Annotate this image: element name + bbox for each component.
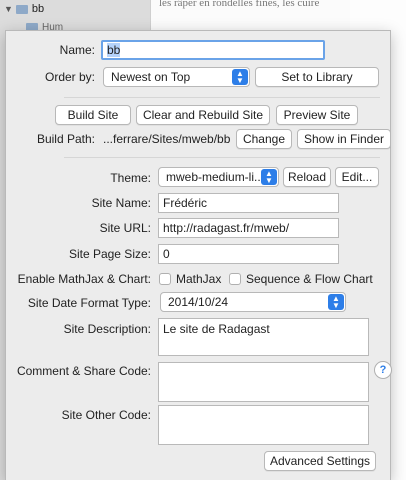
help-icon[interactable]: ? — [374, 361, 392, 379]
build-site-button[interactable]: Build Site — [55, 105, 131, 125]
description-textarea[interactable]: Le site de Radagast — [158, 318, 369, 356]
site-url-field[interactable]: http://radagast.fr/mweb/ — [158, 218, 339, 238]
mathjax-chart-label: Enable MathJax & Chart: — [17, 272, 151, 286]
chevron-updown-icon: ▲ ▼ — [261, 169, 277, 185]
mathjax-checkbox[interactable]: MathJax — [159, 272, 221, 286]
name-field[interactable]: bb — [101, 40, 325, 60]
order-by-label: Order by: — [44, 70, 95, 84]
clear-rebuild-button[interactable]: Clear and Rebuild Site — [136, 105, 270, 125]
name-label: Name: — [59, 43, 95, 57]
build-path-label: Build Path: — [36, 132, 95, 146]
theme-select[interactable]: mweb-medium-li... ▲ ▼ — [158, 167, 279, 187]
page-size-field[interactable]: 0 — [158, 244, 339, 264]
edit-theme-button[interactable]: Edit... — [335, 167, 379, 187]
site-name-label: Site Name: — [91, 196, 151, 210]
checkbox-box[interactable] — [229, 273, 241, 285]
order-by-select[interactable]: Newest on Top ▲ ▼ — [103, 67, 250, 87]
name-value: bb — [107, 43, 121, 57]
chevron-down-icon[interactable]: ▼ — [4, 4, 13, 14]
chevron-updown-icon: ▲ ▼ — [328, 294, 344, 310]
theme-label: Theme: — [110, 171, 151, 185]
show-in-finder-button[interactable]: Show in Finder — [297, 129, 391, 149]
preview-site-button[interactable]: Preview Site — [276, 105, 358, 125]
other-code-label: Site Other Code: — [61, 408, 151, 422]
site-name-field[interactable]: Frédéric — [158, 193, 339, 213]
sequence-flow-option-label: Sequence & Flow Chart — [246, 272, 373, 286]
separator — [64, 157, 380, 158]
separator — [64, 97, 380, 98]
chevron-updown-icon: ▲ ▼ — [232, 69, 248, 85]
other-code-textarea[interactable] — [158, 405, 369, 445]
folder-icon — [15, 4, 28, 14]
date-format-value: 2014/10/24 — [168, 295, 229, 309]
set-to-library-button[interactable]: Set to Library — [255, 67, 379, 87]
build-path-value: ...ferrare/Sites/mweb/bb — [103, 132, 231, 146]
document-snippet: les râper en rondelles fines, les cuire — [159, 0, 320, 9]
advanced-settings-button[interactable]: Advanced Settings — [264, 451, 376, 471]
page-size-label: Site Page Size: — [68, 247, 151, 261]
sequence-flow-checkbox[interactable]: Sequence & Flow Chart — [229, 272, 373, 286]
sidebar-item-label: bb — [31, 3, 45, 15]
theme-value: mweb-medium-li... — [166, 170, 265, 184]
sidebar-item-bb[interactable]: ▼ bb — [0, 0, 150, 18]
description-label: Site Description: — [63, 322, 151, 336]
background-document: les râper en rondelles fines, les cuire — [150, 0, 350, 30]
site-settings-sheet: Name: bb Order by: Newest on Top ▲ ▼ Set … — [5, 30, 392, 480]
site-url-label: Site URL: — [99, 221, 151, 235]
date-format-label: Site Date Format Type: — [27, 296, 151, 310]
order-by-value: Newest on Top — [111, 70, 191, 84]
date-format-select[interactable]: 2014/10/24 ▲ ▼ — [160, 292, 346, 312]
comment-share-textarea[interactable] — [158, 362, 369, 402]
change-path-button[interactable]: Change — [236, 129, 292, 149]
comment-share-label: Comment & Share Code: — [16, 364, 151, 378]
reload-theme-button[interactable]: Reload — [283, 167, 331, 187]
mathjax-option-label: MathJax — [176, 272, 222, 286]
checkbox-box[interactable] — [159, 273, 171, 285]
